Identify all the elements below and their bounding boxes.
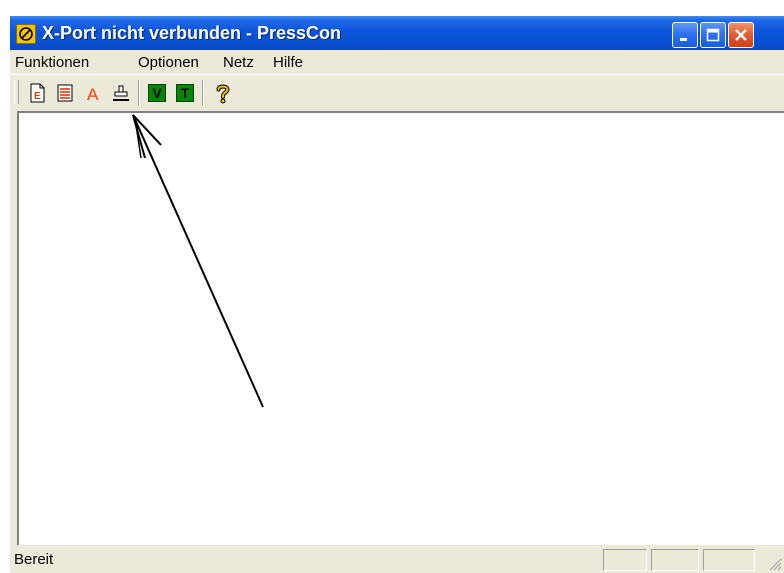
app-window: X-Port nicht verbunden - PressCon Funkti… [10,16,784,573]
toolbar-v-button[interactable]: V [146,82,168,104]
menu-funktionen[interactable]: Funktionen [15,54,89,71]
minimize-icon [680,38,687,41]
window-title: X-Port nicht verbunden - PressCon [42,23,342,43]
toolbar-grip[interactable] [14,80,19,104]
status-pane-1 [603,549,647,571]
letter-a-icon: A [87,85,99,104]
document-area[interactable] [17,111,784,545]
toolbar-t-button[interactable]: T [174,82,196,104]
t-box-icon: T [176,84,194,102]
menu-netz[interactable]: Netz [223,54,254,71]
close-icon [735,29,747,41]
toolbar-stamp-button[interactable] [110,82,132,104]
menu-bar: Funktionen Optionen Netz Hilfe [10,50,784,74]
toolbar-letter-a-button[interactable]: A [82,82,104,104]
close-button[interactable] [728,22,754,48]
status-pane-3 [703,549,755,571]
annotation-arrow-icon [132,114,264,408]
resize-grip-icon[interactable] [766,555,782,571]
status-bar: Bereit [10,546,784,573]
menu-optionen[interactable]: Optionen [138,54,199,71]
minimize-button[interactable] [672,22,698,48]
v-box-icon: V [148,84,166,102]
document-lines-icon [57,84,73,102]
svg-text:E: E [34,91,41,102]
toolbar-document-lines-button[interactable] [54,82,76,104]
title-bar[interactable]: X-Port nicht verbunden - PressCon [10,16,784,50]
svg-text:A: A [87,85,99,104]
toolbar-help-button[interactable] [212,82,234,104]
toolbar-top-line [10,74,784,75]
stamp-press-icon [113,85,129,101]
toolbar: E A V T [10,76,784,110]
document-e-icon: E [30,83,45,103]
toolbar-document-e-button[interactable]: E [26,82,48,104]
app-logo-icon[interactable] [16,24,36,44]
status-text: Bereit [14,551,54,568]
menu-hilfe[interactable]: Hilfe [273,54,303,71]
maximize-button[interactable] [700,22,726,48]
toolbar-separator [138,80,140,106]
status-pane-2 [651,549,699,571]
maximize-icon [706,28,720,42]
help-question-icon [216,84,230,104]
toolbar-separator-2 [202,80,204,106]
